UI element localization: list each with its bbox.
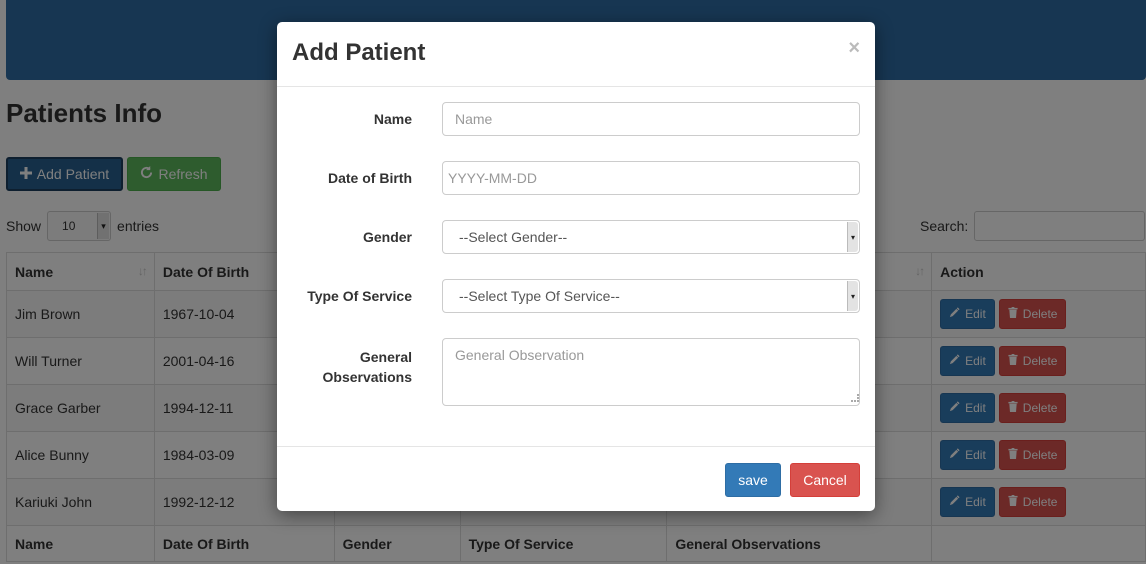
resize-grip-icon[interactable] [851, 394, 859, 402]
dob-input[interactable] [442, 161, 860, 195]
dob-label: Date of Birth [328, 170, 412, 186]
chevron-down-icon: ▾ [847, 222, 858, 252]
gender-label: Gender [362, 229, 412, 245]
gender-select[interactable]: --Select Gender-- ▾ [442, 220, 860, 254]
name-label: Name [373, 111, 412, 127]
service-selected: --Select Type Of Service-- [459, 288, 620, 304]
observations-label: General Observations [322, 349, 412, 385]
service-select[interactable]: --Select Type Of Service-- ▾ [442, 279, 860, 313]
gender-selected: --Select Gender-- [459, 229, 568, 245]
observations-textarea[interactable] [442, 338, 860, 406]
modal-header: Add Patient × [277, 22, 875, 87]
save-button[interactable]: save [725, 463, 781, 497]
close-icon[interactable]: × [848, 37, 860, 60]
chevron-down-icon: ▾ [847, 281, 858, 311]
add-patient-modal: Add Patient × Name Date of Birth Gender … [277, 22, 875, 511]
service-label: Type Of Service [307, 288, 412, 304]
cancel-button[interactable]: Cancel [790, 463, 860, 497]
modal-footer: save Cancel [277, 446, 875, 511]
modal-title: Add Patient [292, 39, 426, 66]
name-input[interactable] [442, 102, 860, 136]
